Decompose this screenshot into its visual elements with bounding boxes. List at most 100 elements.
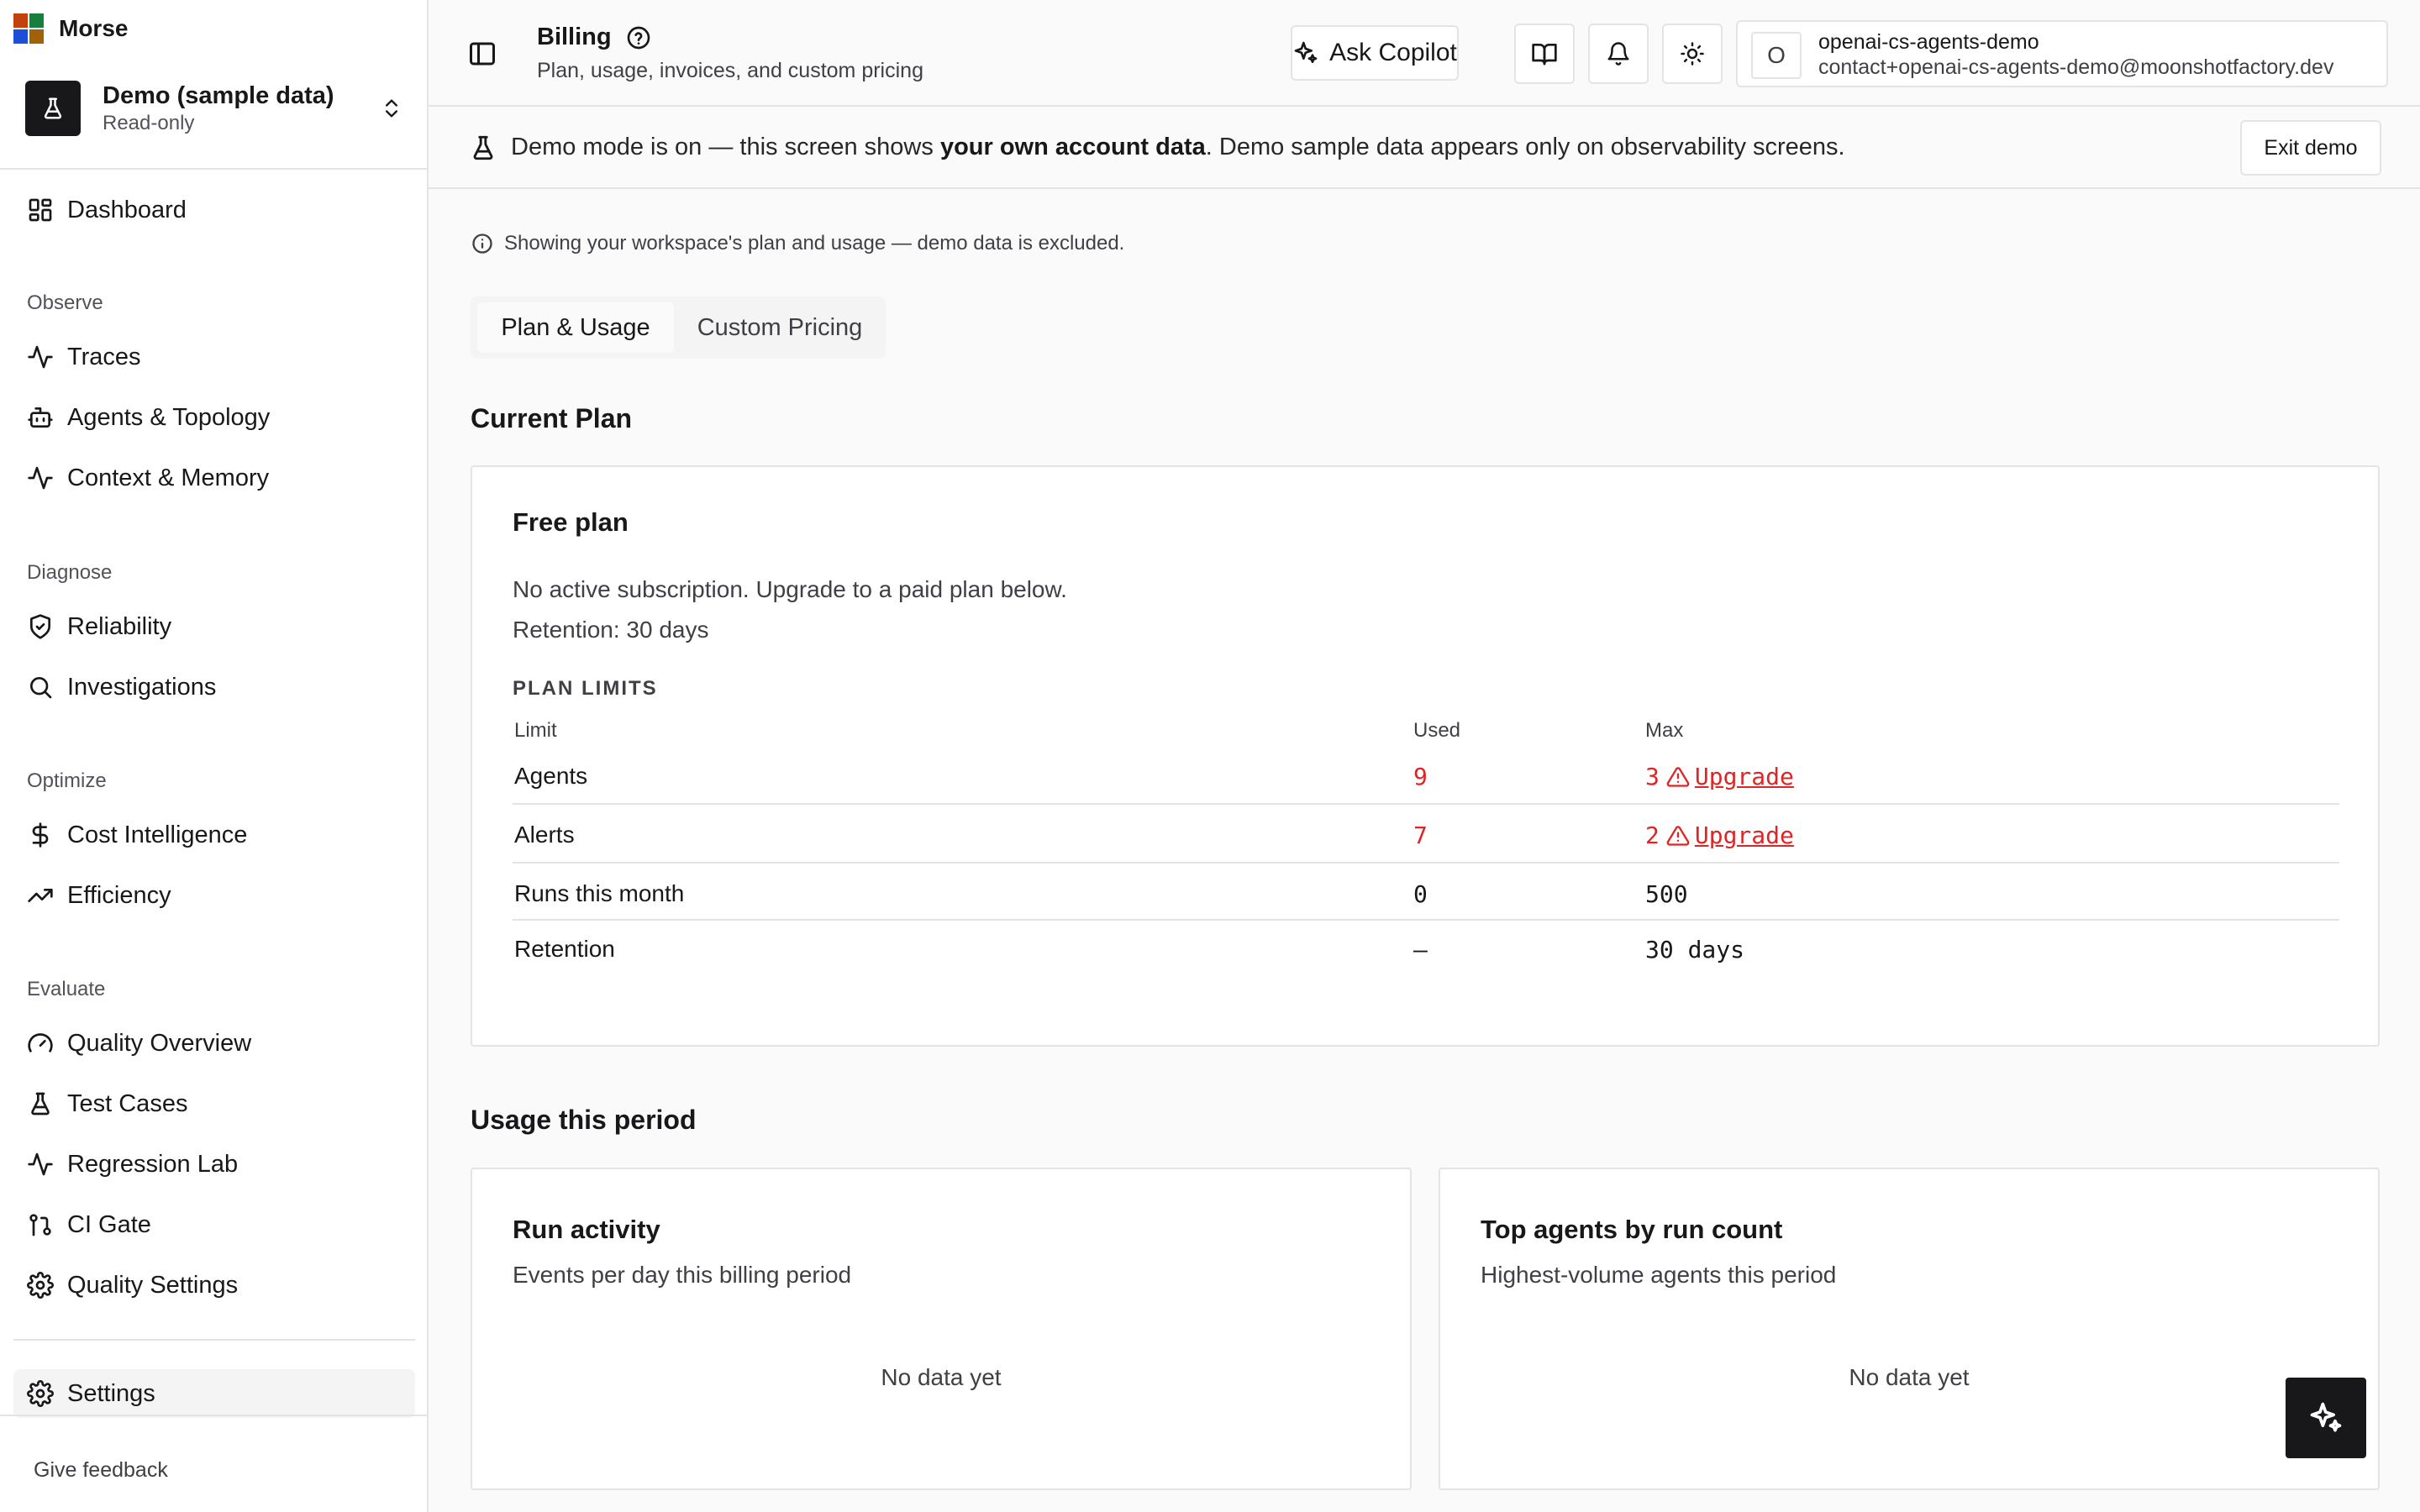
card-subtitle: Highest-volume agents this period (1481, 1262, 1837, 1288)
tab-plan-usage[interactable]: Plan & Usage (477, 302, 674, 353)
demo-banner-text: Demo mode is on — this screen shows your… (511, 134, 1845, 161)
upgrade-link[interactable]: Upgrade (1666, 822, 1794, 849)
info-notice-text: Showing your workspace's plan and usage … (504, 232, 1125, 255)
billing-tabs: Plan & Usage Custom Pricing (471, 297, 886, 359)
panel-left-icon (470, 42, 495, 66)
page-header: Billing Plan, usage, invoices, and custo… (429, 0, 2420, 107)
card-title: Run activity (513, 1215, 660, 1244)
give-feedback[interactable]: Give feedback (0, 1415, 427, 1512)
sidebar-item-regression-lab[interactable]: Regression Lab (13, 1140, 415, 1189)
sidebar-item-quality-overview[interactable]: Quality Overview (13, 1019, 415, 1068)
sidebar-item-investigations[interactable]: Investigations (13, 663, 415, 711)
sidebar-item-label: CI Gate (67, 1210, 151, 1238)
sidebar-item-traces[interactable]: Traces (13, 333, 415, 381)
card-subtitle: Events per day this billing period (513, 1262, 852, 1288)
activity-icon (28, 466, 53, 490)
ask-copilot-button[interactable]: Ask Copilot (1291, 25, 1459, 81)
git-pull-request-icon (29, 1214, 51, 1236)
bot-icon (28, 407, 53, 428)
limit-used: 7 (1413, 822, 1428, 849)
plan-card: Free plan No active subscription. Upgrad… (471, 465, 2380, 1047)
limit-max: 3 (1645, 763, 1660, 790)
sidebar-item-label: Regression Lab (67, 1150, 239, 1178)
tab-custom-pricing[interactable]: Custom Pricing (681, 302, 879, 353)
avatar: O (1751, 32, 1802, 79)
gauge-icon (28, 1033, 53, 1053)
activity-icon (28, 1152, 53, 1176)
plan-name: Free plan (513, 507, 629, 537)
limit-used: 0 (1413, 880, 1428, 908)
plan-retention: Retention: 30 days (513, 617, 709, 643)
help-circle-icon[interactable] (625, 24, 652, 51)
card-title: Top agents by run count (1481, 1215, 1783, 1244)
sidebar-item-reliability[interactable]: Reliability (13, 602, 415, 651)
sidebar-item-label: Test Cases (67, 1089, 188, 1117)
dollar-sign-icon (32, 822, 49, 848)
empty-state: No data yet (881, 1364, 1002, 1390)
bell-icon (1607, 42, 1629, 66)
sidebar-item-label: Dashboard (67, 196, 187, 223)
sidebar-item-label: Quality Settings (67, 1271, 239, 1299)
sidebar-item-ci-gate[interactable]: CI Gate (13, 1200, 415, 1249)
sidebar-item-label: Efficiency (67, 881, 171, 909)
give-feedback-label: Give feedback (34, 1458, 168, 1482)
docs-button[interactable] (1514, 24, 1575, 84)
gear-icon (27, 1272, 54, 1299)
workspace-switcher[interactable]: Demo (sample data) Read-only (25, 79, 408, 138)
sidebar-item-label: Quality Overview (67, 1029, 252, 1057)
theme-toggle-button[interactable] (1662, 24, 1723, 84)
sidebar-item-test-cases[interactable]: Test Cases (13, 1079, 415, 1128)
user-email: contact+openai-cs-agents-demo@moonshotfa… (1818, 55, 2334, 79)
sidebar-divider (13, 1339, 415, 1341)
limit-max: 2 (1645, 822, 1660, 849)
upgrade-label: Upgrade (1694, 822, 1794, 849)
limit-name: Runs this month (514, 880, 685, 906)
sidebar-item-dashboard[interactable]: Dashboard (13, 186, 415, 234)
sidebar-item-quality-settings[interactable]: Quality Settings (13, 1261, 415, 1310)
copilot-fab-button[interactable] (2286, 1378, 2366, 1458)
usage-heading: Usage this period (471, 1105, 697, 1135)
sidebar-item-efficiency[interactable]: Efficiency (13, 871, 415, 920)
sidebar-toggle-button[interactable] (467, 39, 497, 69)
table-row: Agents 9 3 Upgrade (513, 748, 2339, 805)
page-title: Billing (537, 24, 612, 50)
upgrade-link[interactable]: Upgrade (1666, 763, 1794, 790)
notifications-button[interactable] (1588, 24, 1649, 84)
ask-copilot-label: Ask Copilot (1329, 39, 1457, 66)
chevron-up-down-icon (375, 92, 408, 125)
sidebar-item-context-memory[interactable]: Context & Memory (13, 454, 415, 502)
morse-logo-icon (13, 13, 44, 44)
search-icon (30, 677, 52, 699)
limit-max: 500 (1645, 880, 1688, 908)
warning-icon (1666, 825, 1690, 846)
sidebar-item-settings[interactable]: Settings (13, 1369, 415, 1418)
section-observe: Observe (27, 291, 103, 314)
info-icon (472, 234, 492, 254)
banner-bold: your own account data (939, 134, 1206, 160)
column-header-used: Used (1413, 719, 1461, 742)
workspace-mode: Read-only (103, 112, 195, 134)
plan-limits-heading: PLAN LIMITS (513, 677, 658, 700)
top-agents-card: Top agents by run count Highest-volume a… (1439, 1168, 2380, 1490)
user-menu[interactable]: O openai-cs-agents-demo contact+openai-c… (1736, 20, 2388, 87)
table-row: Runs this month 0 500 (513, 865, 2339, 921)
sidebar-item-label: Investigations (67, 673, 217, 701)
empty-state: No data yet (1849, 1364, 1970, 1390)
sun-icon (1681, 42, 1704, 66)
brand[interactable]: Morse (13, 13, 128, 44)
sidebar-item-agents-topology[interactable]: Agents & Topology (13, 393, 415, 442)
book-open-icon (1532, 44, 1557, 66)
exit-demo-button[interactable]: Exit demo (2240, 120, 2381, 176)
flask-icon (473, 135, 493, 160)
workspace-name: Demo (sample data) (103, 82, 334, 109)
warning-icon (1666, 766, 1690, 787)
sidebar-item-label: Settings (67, 1379, 155, 1407)
sidebar-item-cost-intelligence[interactable]: Cost Intelligence (13, 811, 415, 859)
activity-icon (28, 345, 53, 369)
demo-banner: Demo mode is on — this screen shows your… (429, 107, 2420, 189)
sparkles-icon (1294, 41, 1318, 63)
sidebar-item-label: Reliability (67, 612, 172, 640)
info-notice: Showing your workspace's plan and usage … (471, 232, 1124, 255)
current-plan-heading: Current Plan (471, 403, 633, 433)
section-evaluate: Evaluate (27, 978, 106, 1000)
